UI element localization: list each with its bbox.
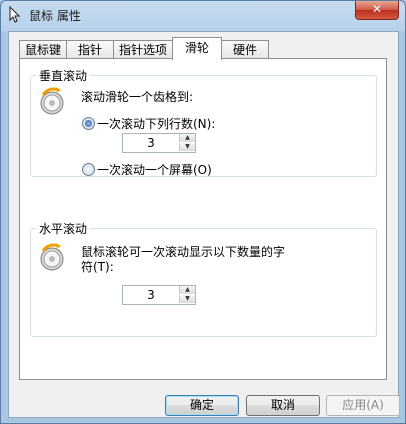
- spin-up-icon[interactable]: ▲: [179, 134, 195, 142]
- vertical-group-label: 垂直滚动: [36, 67, 91, 84]
- spin-up-icon[interactable]: ▲: [179, 286, 195, 294]
- spin-down-icon[interactable]: ▼: [179, 143, 195, 151]
- lines-per-notch-radio[interactable]: [82, 117, 95, 130]
- title-bar[interactable]: 鼠标 属性 ✕: [1, 1, 405, 31]
- horizontal-group-label: 水平滚动: [36, 220, 91, 237]
- mouse-pointer-icon: [9, 6, 21, 23]
- tab-pointers[interactable]: 指针: [66, 40, 114, 59]
- cancel-button[interactable]: 取消: [246, 395, 320, 416]
- vertical-prompt: 滚动滑轮一个齿格到:: [81, 90, 194, 104]
- lines-spinbox[interactable]: 3 ▲ ▼: [122, 133, 196, 153]
- spin-down-icon[interactable]: ▼: [179, 295, 195, 303]
- tab-hardware[interactable]: 硬件: [221, 40, 269, 59]
- scroll-wheel-icon: [40, 243, 64, 271]
- ok-button[interactable]: 确定: [165, 395, 239, 416]
- close-button[interactable]: ✕: [355, 1, 399, 20]
- one-screen-label[interactable]: 一次滚动一个屏幕(O): [97, 161, 212, 178]
- radio-selected-dot: [85, 120, 92, 127]
- vertical-scrolling-group: 垂直滚动 滚动滑轮一个齿格到: 一次滚动下列行数(N): 3 ▲ ▼ 一次滚动一…: [30, 67, 377, 178]
- horizontal-prompt-line2: 符(T):: [81, 260, 114, 274]
- wheel-tab-panel: 垂直滚动 滚动滑轮一个齿格到: 一次滚动下列行数(N): 3 ▲ ▼ 一次滚动一…: [19, 58, 387, 380]
- scroll-wheel-icon: [40, 87, 64, 115]
- characters-value[interactable]: 3: [123, 288, 179, 302]
- window-title: 鼠标 属性: [29, 9, 81, 23]
- dialog-client-area: 鼠标键 指针 指针选项 滑轮 硬件 垂直滚动 滚动滑轮一个齿格到: 一次滚动下列…: [8, 31, 400, 418]
- lines-value[interactable]: 3: [123, 136, 179, 150]
- apply-button[interactable]: 应用(A): [326, 395, 400, 416]
- lines-per-notch-label[interactable]: 一次滚动下列行数(N):: [97, 115, 215, 132]
- characters-spinbox[interactable]: 3 ▲ ▼: [122, 285, 196, 305]
- horizontal-scrolling-group: 水平滚动 鼠标滚轮可一次滚动显示以下数量的字 符(T): 3 ▲ ▼: [30, 220, 377, 337]
- tab-buttons[interactable]: 鼠标键: [19, 40, 67, 59]
- tab-wheel[interactable]: 滑轮: [172, 37, 222, 60]
- mouse-properties-window: 鼠标 属性 ✕ 鼠标键 指针 指针选项 滑轮 硬件 垂直滚动 滚动滑轮一个齿格到…: [0, 0, 406, 424]
- tab-pointer-options[interactable]: 指针选项: [113, 40, 173, 59]
- one-screen-radio[interactable]: [82, 163, 95, 176]
